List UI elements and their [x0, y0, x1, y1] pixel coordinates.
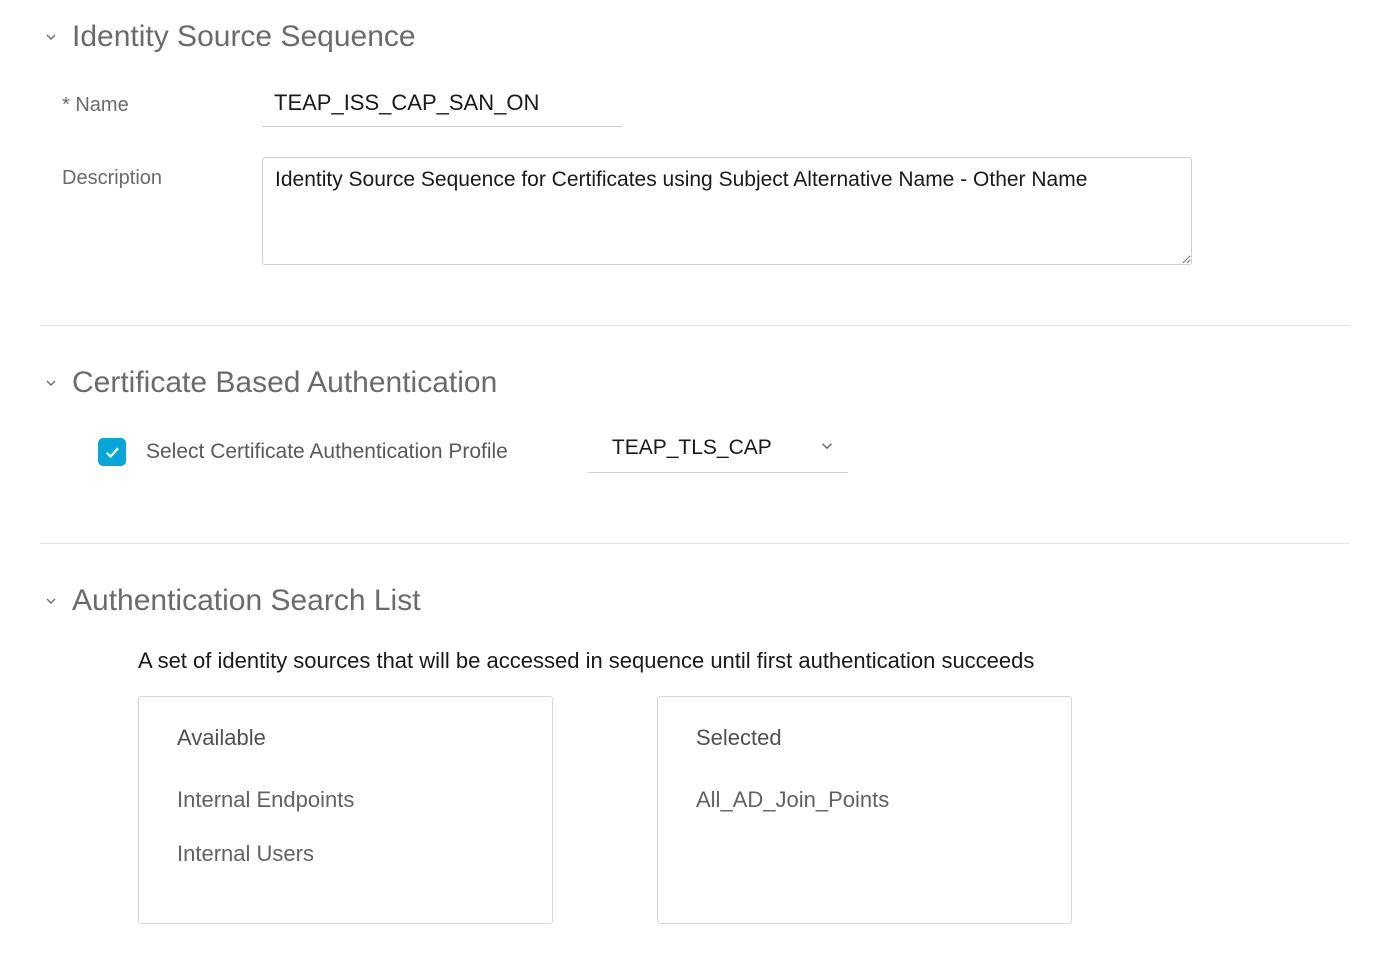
available-title: Available: [177, 725, 514, 751]
section-header-auth[interactable]: Authentication Search List: [40, 584, 1350, 618]
section-identity-source-sequence: Identity Source Sequence * Name Descript…: [40, 20, 1350, 325]
divider: [40, 325, 1350, 326]
section-header-cert[interactable]: Certificate Based Authentication: [40, 366, 1350, 400]
description-label: Description: [62, 157, 262, 190]
section-title-cert: Certificate Based Authentication: [72, 366, 497, 400]
section-header-identity[interactable]: Identity Source Sequence: [40, 20, 1350, 54]
description-field-row: Description: [40, 157, 1350, 265]
selected-title: Selected: [696, 725, 1033, 751]
chevron-down-icon: [40, 590, 62, 612]
cert-profile-dropdown-value: TEAP_TLS_CAP: [612, 436, 772, 460]
chevron-down-icon: [40, 26, 62, 48]
section-title-auth: Authentication Search List: [72, 584, 421, 618]
dual-list-container: Available Internal Endpoints Internal Us…: [40, 696, 1350, 924]
cert-profile-dropdown[interactable]: TEAP_TLS_CAP: [588, 430, 848, 473]
list-item[interactable]: Internal Endpoints: [177, 787, 514, 813]
available-list-box: Available Internal Endpoints Internal Us…: [138, 696, 553, 924]
cert-profile-label: Select Certificate Authentication Profil…: [146, 440, 508, 464]
divider: [40, 543, 1350, 544]
cert-profile-row: Select Certificate Authentication Profil…: [40, 430, 1350, 473]
list-item[interactable]: Internal Users: [177, 841, 514, 867]
name-input[interactable]: [262, 84, 622, 127]
selected-list-box: Selected All_AD_Join_Points: [657, 696, 1072, 924]
section-auth-search-list: Authentication Search List A set of iden…: [40, 584, 1350, 954]
chevron-down-icon: [818, 437, 836, 460]
chevron-down-icon: [40, 372, 62, 394]
section-certificate-auth: Certificate Based Authentication Select …: [40, 366, 1350, 543]
description-input[interactable]: [262, 157, 1192, 265]
auth-search-description: A set of identity sources that will be a…: [40, 648, 1350, 674]
cert-profile-checkbox[interactable]: [98, 438, 126, 466]
name-label: * Name: [62, 84, 262, 117]
section-title-identity: Identity Source Sequence: [72, 20, 416, 54]
list-item[interactable]: All_AD_Join_Points: [696, 787, 1033, 813]
name-field-row: * Name: [40, 84, 1350, 127]
